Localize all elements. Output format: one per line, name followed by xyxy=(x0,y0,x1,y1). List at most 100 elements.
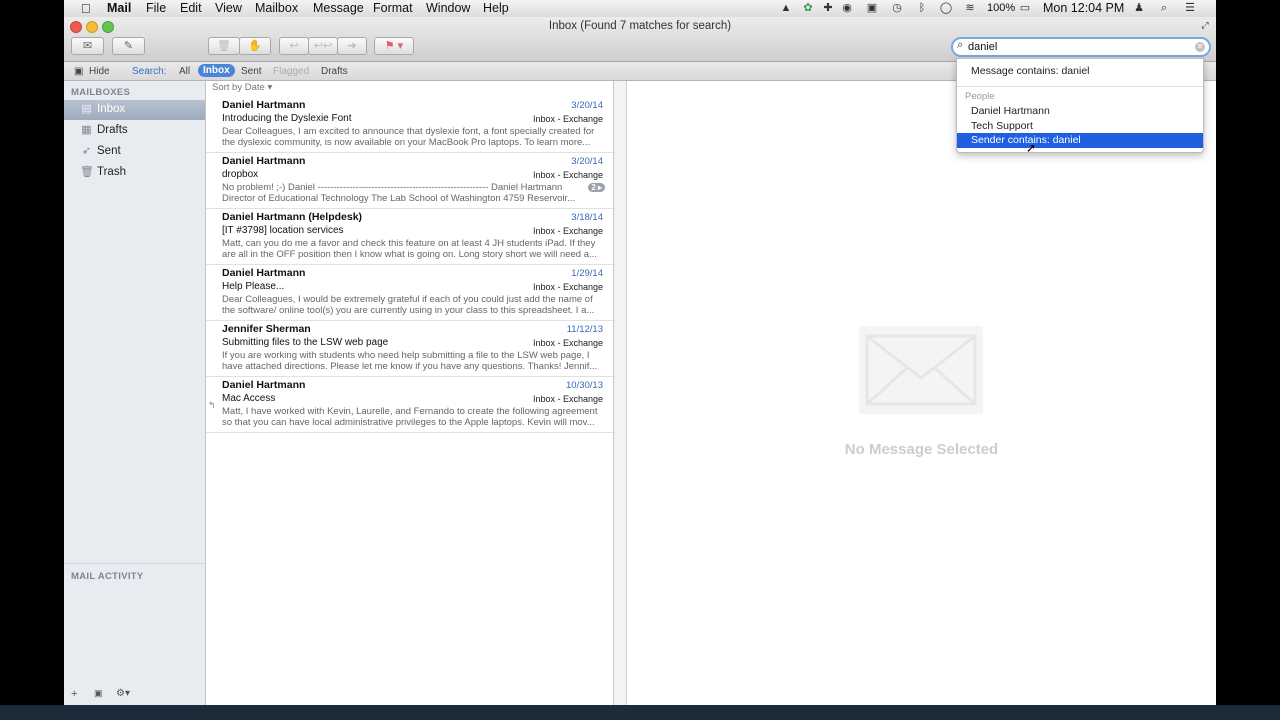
message-date: 3/20/14 xyxy=(571,100,603,111)
sidebar-item-trash[interactable]: 🗑 Trash xyxy=(64,163,205,183)
menu-help[interactable]: Help xyxy=(483,1,509,15)
scope-sent[interactable]: Sent xyxy=(241,66,262,77)
forward-button[interactable]: ➜ xyxy=(337,37,367,55)
suggestion-message-contains[interactable]: Message contains: daniel xyxy=(971,65,1090,77)
search-scope-label: Search: xyxy=(132,66,167,77)
mail-activity-heading: MAIL ACTIVITY xyxy=(71,571,144,582)
apple-menu-icon[interactable]:  xyxy=(81,1,91,16)
clear-search-icon[interactable]: ✕ xyxy=(1195,42,1205,52)
message-preview: If you are working with students who nee… xyxy=(222,350,598,372)
thumbs-down-icon: ✋ xyxy=(248,40,262,52)
menu-format[interactable]: Format xyxy=(373,1,413,15)
reply-icon: ↩ xyxy=(289,40,299,52)
message-row[interactable]: ↰ Daniel Hartmann 10/30/13 Mac Access In… xyxy=(206,376,613,433)
message-list: Sort by Date ▾ Daniel Hartmann 3/20/14 I… xyxy=(206,81,614,705)
messages-icon[interactable]: ◯ xyxy=(939,2,953,14)
scope-drafts[interactable]: Drafts xyxy=(321,66,348,77)
wifi-icon[interactable]: ≋ xyxy=(963,2,977,14)
message-date: 11/12/13 xyxy=(566,324,603,335)
message-preview: Matt, can you do me a favor and check th… xyxy=(222,238,597,260)
get-mail-button[interactable]: ✉ xyxy=(71,37,104,55)
menu-view[interactable]: View xyxy=(215,1,242,15)
menu-message[interactable]: Message xyxy=(313,1,364,15)
mailbox-sidebar: MAILBOXES ▤ Inbox ▦ Drafts ➶ Sent 🗑 Tras… xyxy=(64,81,206,705)
sidebar-item-label: Inbox xyxy=(97,103,126,115)
record-icon[interactable]: ◉ xyxy=(840,2,854,14)
reply-button[interactable]: ↩ xyxy=(279,37,309,55)
message-sender: Daniel Hartmann xyxy=(222,155,306,167)
battery-icon[interactable]: ▭ xyxy=(1017,2,1033,14)
menu-file[interactable]: File xyxy=(146,1,166,15)
pane-splitter[interactable] xyxy=(614,81,627,705)
message-row[interactable]: Daniel Hartmann 1/29/14 Help Please... I… xyxy=(206,264,613,321)
trash-icon: 🗑 xyxy=(217,40,231,52)
trash-icon: 🗑 xyxy=(80,166,94,178)
suggestion-sender-contains[interactable]: Sender contains: daniel xyxy=(957,133,1203,148)
spotlight-icon[interactable]: ⌕ xyxy=(1157,2,1171,14)
flag-button[interactable]: ⚑ ▾ xyxy=(374,37,414,55)
screen-icon[interactable]: ▣ xyxy=(865,2,879,14)
compose-icon: ✎ xyxy=(123,40,134,52)
flag-icon: ⚑ ▾ xyxy=(384,40,404,52)
envelope-icon: ✉ xyxy=(82,40,93,52)
message-subject: Help Please... xyxy=(222,281,285,292)
battery-percent: 100% xyxy=(987,2,1016,14)
menu-bar:  Mail File Edit View Mailbox Message Fo… xyxy=(64,0,1216,18)
message-mailbox: Inbox - Exchange xyxy=(532,338,603,348)
message-date: 10/30/13 xyxy=(566,380,603,391)
search-field[interactable]: ⌕ ✕ xyxy=(951,37,1211,57)
message-row[interactable]: Daniel Hartmann 3/20/14 dropbox Inbox - … xyxy=(206,152,613,209)
menu-window[interactable]: Window xyxy=(426,1,470,15)
compose-button[interactable]: ✎ xyxy=(112,37,145,55)
search-input[interactable] xyxy=(968,39,1188,55)
message-mailbox: Inbox - Exchange xyxy=(532,282,603,292)
message-row[interactable]: Daniel Hartmann (Helpdesk) 3/18/14 [IT #… xyxy=(206,208,613,265)
message-sender: Daniel Hartmann (Helpdesk) xyxy=(222,211,363,223)
sort-by-date-button[interactable]: Sort by Date ▾ xyxy=(212,82,272,93)
message-subject: [IT #3798] location services xyxy=(222,225,344,236)
bluetooth-icon[interactable]: ᛒ xyxy=(915,2,929,14)
suggestion-person[interactable]: Daniel Hartmann xyxy=(971,105,1050,117)
drive-icon[interactable]: ▲ xyxy=(779,2,793,14)
people-heading: People xyxy=(965,91,995,102)
extension-icon[interactable]: ✚ xyxy=(821,2,835,14)
sidebar-item-drafts[interactable]: ▦ Drafts xyxy=(64,121,205,141)
junk-button[interactable]: ✋ xyxy=(239,37,271,55)
menu-clock[interactable]: Mon 12:04 PM xyxy=(1043,1,1124,15)
message-subject: Submitting files to the LSW web page xyxy=(222,337,389,348)
message-preview: No problem! ;-) Daniel -----------------… xyxy=(222,182,576,204)
message-row[interactable]: Jennifer Sherman 11/12/13 Submitting fil… xyxy=(206,320,613,377)
user-icon[interactable]: ♟ xyxy=(1132,2,1146,14)
menu-mailbox[interactable]: Mailbox xyxy=(255,1,298,15)
menu-edit[interactable]: Edit xyxy=(180,1,202,15)
reply-all-button[interactable]: ↩↩ xyxy=(308,37,338,55)
sidebar-item-label: Drafts xyxy=(97,124,128,136)
scope-flagged[interactable]: Flagged xyxy=(273,66,309,77)
show-activity-button[interactable]: ▣ xyxy=(94,688,103,699)
thread-count-badge[interactable]: 2 ▸ xyxy=(588,183,605,192)
scope-inbox[interactable]: Inbox xyxy=(198,64,235,77)
scope-all[interactable]: All xyxy=(179,66,190,77)
message-sender: Daniel Hartmann xyxy=(222,267,306,279)
mailboxes-heading: MAILBOXES xyxy=(71,87,131,98)
sync-icon[interactable]: ✿ xyxy=(801,2,815,14)
forward-icon: ➜ xyxy=(347,40,357,52)
add-mailbox-button[interactable]: + xyxy=(71,688,77,700)
drafts-icon: ▦ xyxy=(81,124,92,136)
fullscreen-icon[interactable]: ⤢ xyxy=(1198,19,1212,31)
sidebar-item-sent[interactable]: ➶ Sent xyxy=(64,142,205,162)
hide-icon[interactable]: ▣ xyxy=(74,66,83,77)
time-machine-icon[interactable]: ◷ xyxy=(890,2,904,14)
delete-button[interactable]: 🗑 xyxy=(208,37,240,55)
message-row[interactable]: Daniel Hartmann 3/20/14 Introducing the … xyxy=(206,96,613,153)
message-subject: dropbox xyxy=(222,169,259,180)
sidebar-item-label: Trash xyxy=(97,166,126,178)
message-mailbox: Inbox - Exchange xyxy=(532,226,603,236)
window-toolbar: Inbox (Found 7 matches for search) ⤢ ✉ ✎… xyxy=(64,17,1216,62)
hide-button[interactable]: Hide xyxy=(89,66,110,77)
app-menu[interactable]: Mail xyxy=(107,1,131,15)
action-menu-button[interactable]: ⚙▾ xyxy=(116,688,130,699)
suggestion-person[interactable]: Tech Support xyxy=(971,120,1033,132)
sidebar-item-inbox[interactable]: ▤ Inbox xyxy=(64,100,205,120)
notification-center-icon[interactable]: ☰ xyxy=(1183,2,1197,14)
